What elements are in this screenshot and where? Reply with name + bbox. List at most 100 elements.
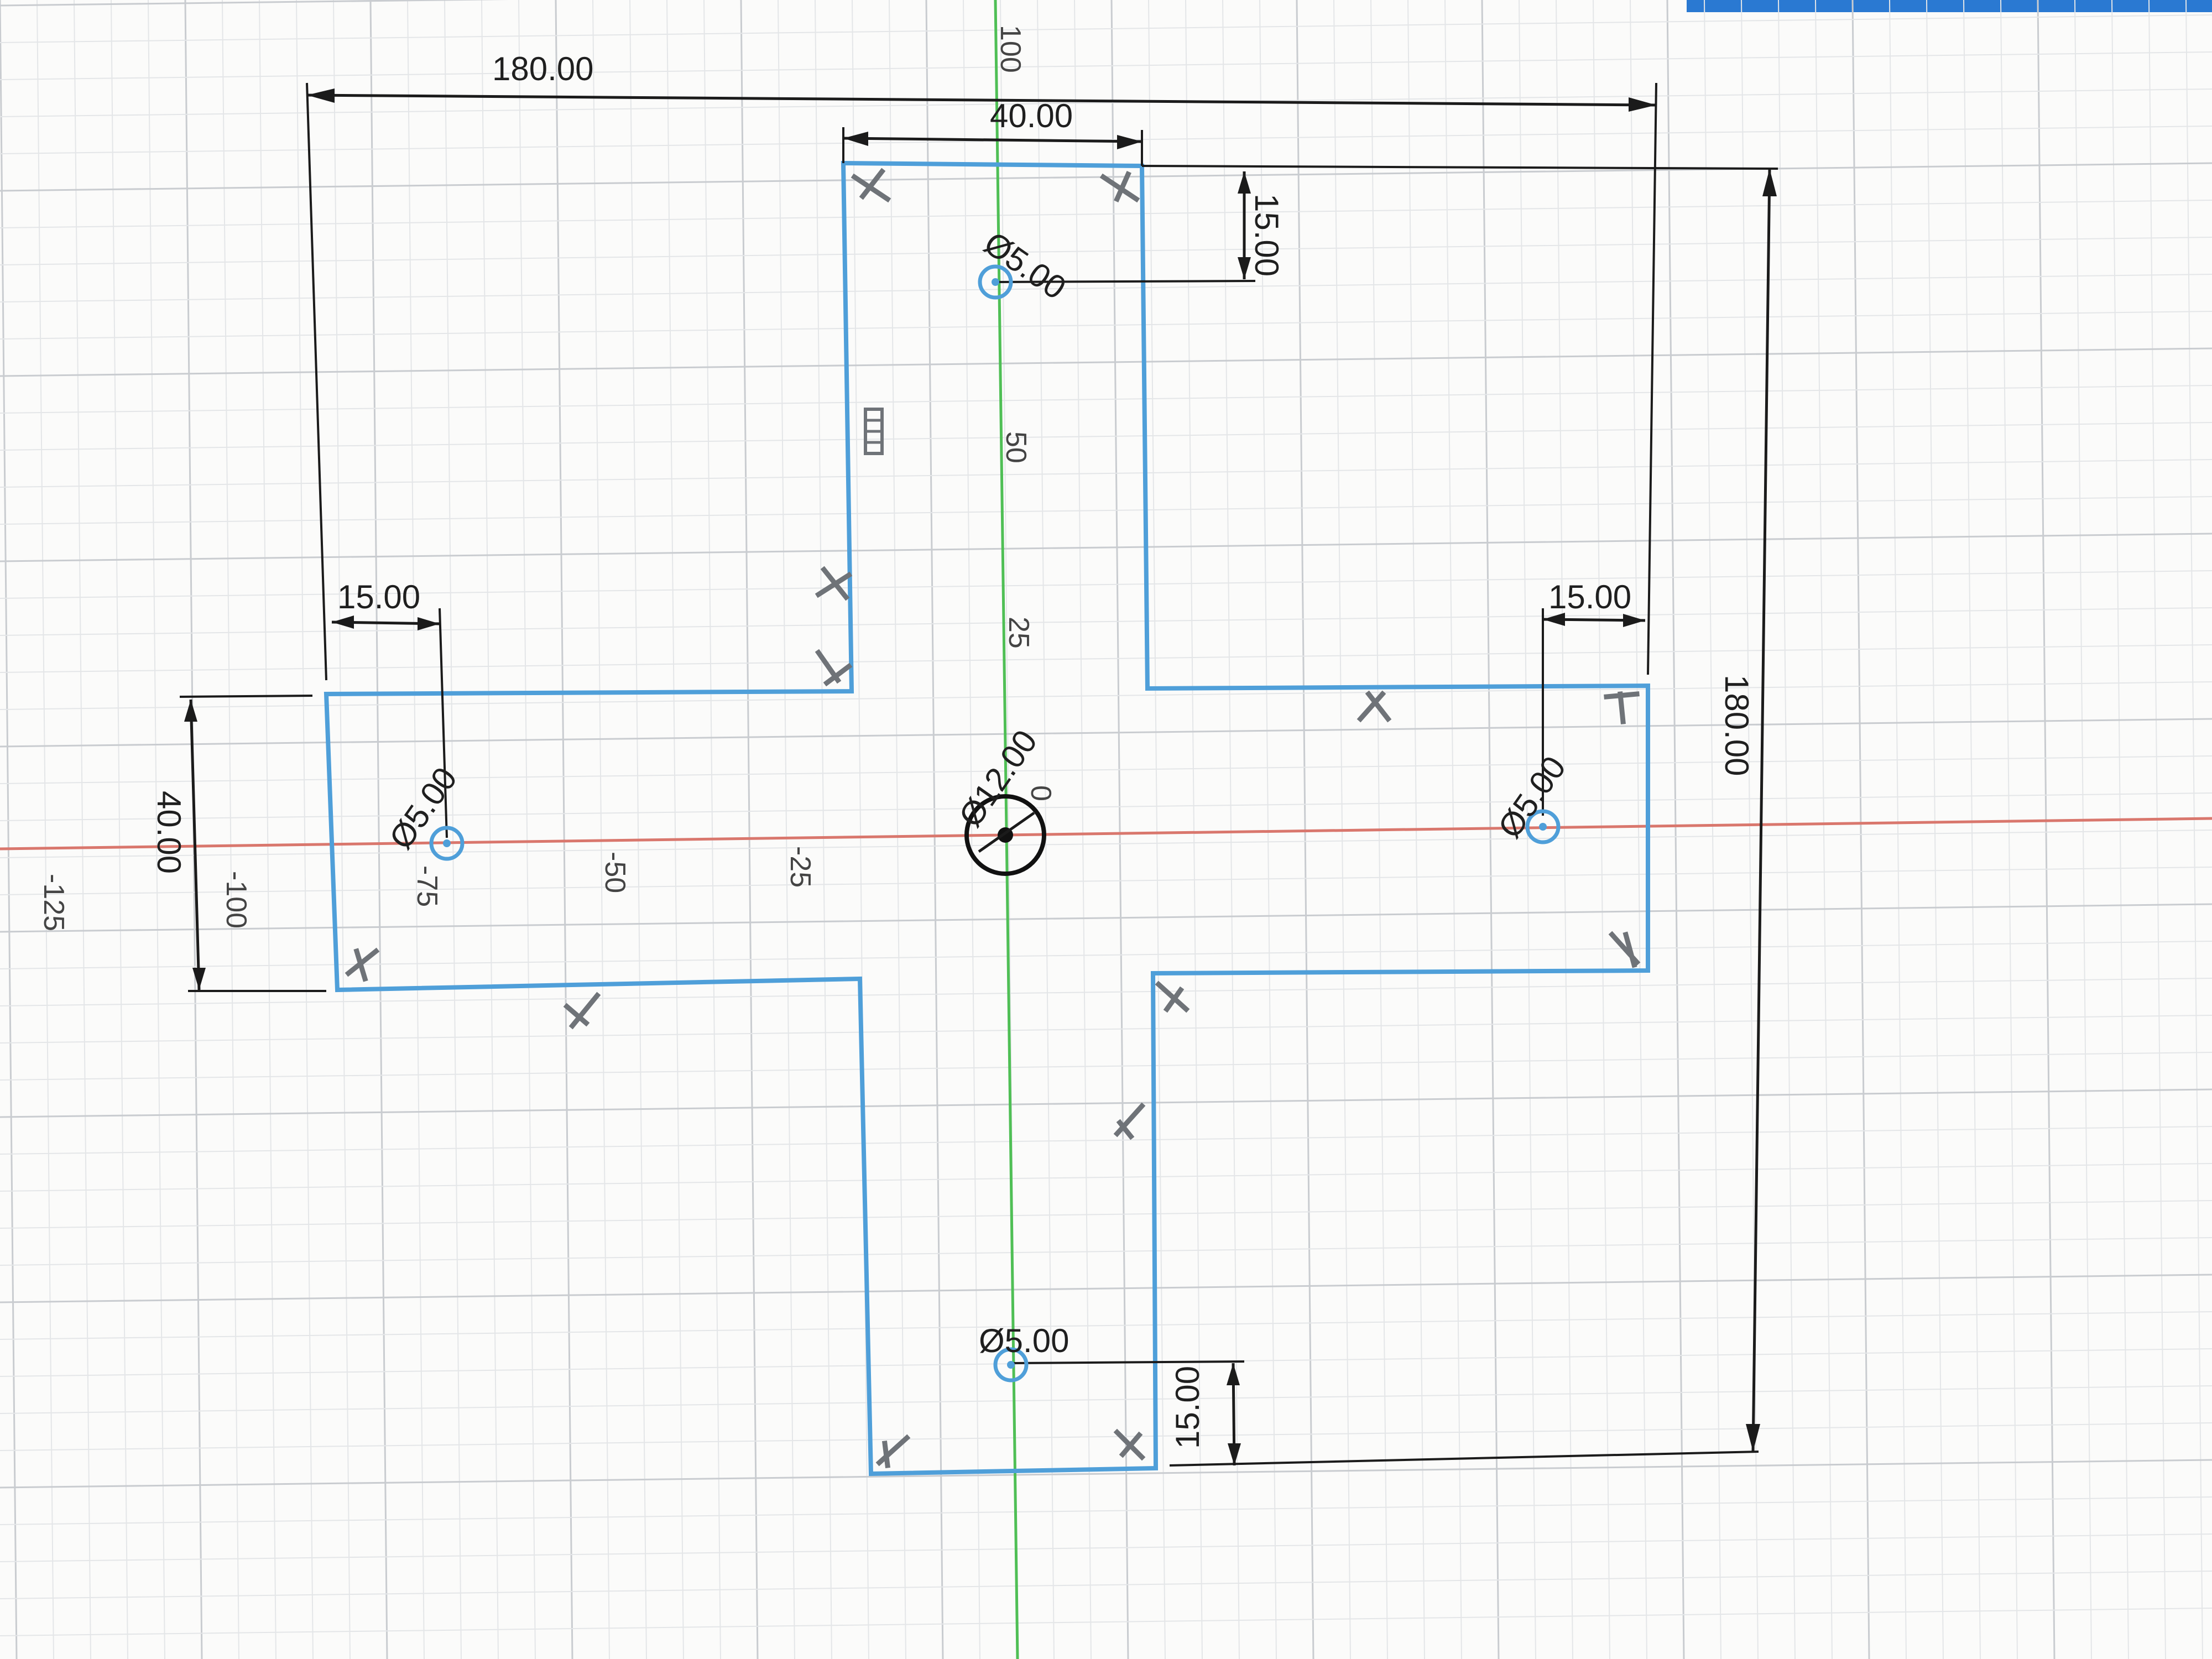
grid-line-vertical <box>925 0 944 1659</box>
grid-line-vertical <box>852 0 869 1659</box>
hole-bottom[interactable]: Ø5.00 <box>979 1322 1069 1383</box>
dimension-right-hole-offset-label: 15.00 <box>1548 578 1631 615</box>
grid-line-vertical <box>1704 0 1721 1659</box>
grid-line-vertical <box>1778 0 1796 1659</box>
grid-line-horizontal <box>0 200 2212 228</box>
grid-line-vertical <box>1666 0 1685 1659</box>
axis-label-x-neg100: -100 <box>220 871 252 928</box>
grid-line-horizontal <box>0 1533 2212 1562</box>
grid-line-vertical <box>1110 0 1129 1659</box>
grid-line-horizontal <box>0 347 2212 377</box>
grid-line-vertical <box>111 0 128 1659</box>
grid-line-horizontal <box>0 1200 2212 1229</box>
grid-line-vertical <box>1851 0 1870 1659</box>
grid-line-horizontal <box>0 1311 2212 1340</box>
grid-line-horizontal <box>0 1274 2212 1303</box>
dimension-overall-height-label: 180.00 <box>1718 675 1755 776</box>
grid-line-vertical <box>1593 0 1610 1659</box>
grid-line-vertical <box>369 0 388 1659</box>
grid-line-horizontal <box>0 570 2212 599</box>
grid-line-horizontal <box>0 274 2212 302</box>
grid-line-vertical <box>740 0 759 1659</box>
grid-line-vertical <box>1963 0 1981 1659</box>
grid-line-vertical <box>555 0 573 1659</box>
grid-line-vertical <box>0 0 18 1659</box>
perpendicular-constraint-icon[interactable] <box>815 566 853 601</box>
grid-line-horizontal <box>0 755 2212 784</box>
grid-line-horizontal <box>0 941 2212 969</box>
grid-line-vertical <box>2037 0 2056 1659</box>
perpendicular-constraint-icon[interactable] <box>1357 690 1392 723</box>
dimension-bottom-hole-offset-label: 15.00 <box>1169 1366 1206 1449</box>
grid-line-horizontal <box>0 903 2212 933</box>
perpendicular-constraint-icon[interactable] <box>1155 980 1190 1013</box>
perpendicular-constraint-icon[interactable] <box>815 649 853 687</box>
perpendicular-constraint-icon[interactable] <box>1604 691 1640 724</box>
axis-label-origin-zero: 0 <box>1025 785 1057 801</box>
grid-line-horizontal <box>0 14 2212 43</box>
grid-line-horizontal <box>0 459 2212 488</box>
grid-line-vertical <box>74 0 91 1659</box>
grid-line-vertical <box>1889 0 1907 1659</box>
grid-line-vertical <box>2148 0 2166 1659</box>
grid-line-horizontal <box>0 311 2212 340</box>
axis-label-x-neg25: -25 <box>784 846 816 888</box>
grid-line-vertical <box>2000 0 2018 1659</box>
grid-line-horizontal <box>0 1385 2212 1414</box>
grid-line-horizontal <box>0 422 2212 451</box>
hole-bottom-label: Ø5.00 <box>979 1322 1069 1359</box>
grid-line-vertical <box>592 0 610 1659</box>
dimension-left-arm-height[interactable]: 40.00 <box>150 695 326 992</box>
grid-line-vertical <box>2185 0 2203 1659</box>
grid-line-vertical <box>1926 0 1944 1659</box>
dimension-top-hole-offset-label: 15.00 <box>1248 194 1285 276</box>
grid-line-vertical <box>2111 0 2129 1659</box>
dimension-left-arm-height-label: 40.00 <box>150 791 187 874</box>
grid-line-vertical <box>481 0 499 1659</box>
perpendicular-constraint-icon[interactable] <box>1608 931 1641 968</box>
grid-line-vertical <box>889 0 906 1659</box>
axis-label-y-25: 25 <box>1003 617 1035 649</box>
grid-line-horizontal <box>0 718 2212 748</box>
grid-line-vertical <box>815 0 832 1659</box>
sketch-drawing[interactable]: 40.00 180.00 180.00 15.00 15.00 15.00 15… <box>0 0 2212 1659</box>
grid-line-vertical <box>666 0 684 1659</box>
grid-line-vertical <box>1074 0 1092 1659</box>
grid-line-horizontal <box>0 1608 2212 1636</box>
grid-line-horizontal <box>0 1088 2212 1118</box>
grid-line-vertical <box>629 0 647 1659</box>
dimension-left-hole-offset-label: 15.00 <box>337 578 420 615</box>
grid-line-horizontal <box>0 978 2212 1006</box>
perpendicular-constraint-icon[interactable] <box>1099 171 1140 203</box>
grid-line-horizontal <box>0 1126 2212 1155</box>
grid-line-horizontal <box>0 237 2212 265</box>
perpendicular-constraint-icon[interactable] <box>875 1434 911 1469</box>
grid-line-vertical <box>1630 0 1647 1659</box>
perpendicular-constraint-icon[interactable] <box>563 992 601 1030</box>
dimension-top-arm-width[interactable]: 40.00 <box>842 97 1143 166</box>
grid-line-horizontal <box>0 1459 2212 1489</box>
grid-line-horizontal <box>0 1015 2212 1044</box>
axis-label-x-neg50: -50 <box>599 852 631 893</box>
grid-line-horizontal <box>0 1052 2212 1081</box>
grid-line-vertical <box>1815 0 1833 1659</box>
grid-line-vertical <box>1222 0 1240 1659</box>
axis-label-x-neg75: -75 <box>411 865 443 907</box>
sketch-canvas[interactable]: 40.00 180.00 180.00 15.00 15.00 15.00 15… <box>0 0 2212 1659</box>
grid-line-horizontal <box>0 51 2212 80</box>
grid-line-horizontal <box>0 1496 2212 1525</box>
hole-right[interactable]: Ø5.00 <box>1491 749 1573 844</box>
grid-line-vertical <box>333 0 351 1659</box>
hole-top[interactable]: Ø5.00 <box>978 225 1073 307</box>
text-edit-icon[interactable] <box>864 408 884 455</box>
grid-line-horizontal <box>0 1571 2212 1599</box>
axis-label-y-50: 50 <box>1000 431 1032 463</box>
grid-line-vertical <box>703 0 721 1659</box>
perpendicular-constraint-icon[interactable] <box>1113 1102 1146 1140</box>
grid-line-horizontal <box>0 1237 2212 1266</box>
grid-line-horizontal <box>0 607 2212 636</box>
grid-line-horizontal <box>0 1163 2212 1192</box>
grid-line-horizontal <box>0 533 2212 562</box>
perpendicular-constraint-icon[interactable] <box>851 168 891 203</box>
axis-label-x-neg125: -125 <box>38 874 70 931</box>
